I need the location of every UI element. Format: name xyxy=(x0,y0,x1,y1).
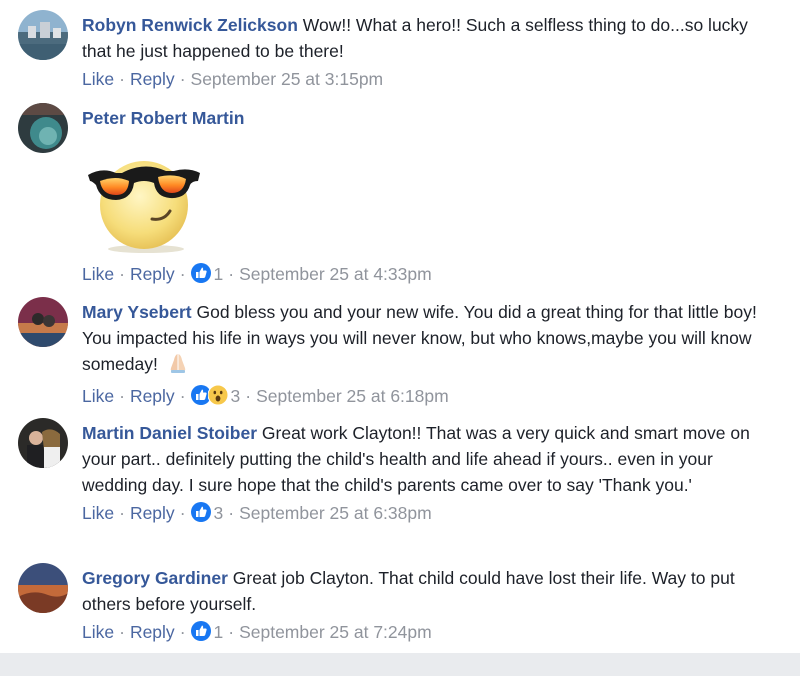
like-link[interactable]: Like xyxy=(82,69,114,89)
comment-text: Gregory Gardiner Great job Clayton. That… xyxy=(82,565,772,617)
timestamp[interactable]: September 25 at 6:38pm xyxy=(239,503,432,523)
author-name[interactable]: Mary Ysebert xyxy=(82,302,192,322)
timestamp[interactable]: September 25 at 4:33pm xyxy=(239,264,432,284)
comment-text: Robyn Renwick Zelickson Wow!! What a her… xyxy=(82,12,772,64)
separator: · xyxy=(228,622,235,642)
comment-actions: Like · Reply · September 25 at 3:15pm xyxy=(82,68,772,90)
reply-link[interactable]: Reply xyxy=(130,503,175,523)
timestamp[interactable]: September 25 at 6:18pm xyxy=(256,386,449,406)
separator: · xyxy=(119,264,125,284)
avatar[interactable] xyxy=(18,103,68,153)
comment-text: Martin Daniel Stoiber Great work Clayton… xyxy=(82,420,772,498)
timestamp[interactable]: September 25 at 7:24pm xyxy=(239,622,432,642)
author-name[interactable]: Gregory Gardiner xyxy=(82,568,228,588)
like-link[interactable]: Like xyxy=(82,622,114,642)
comment-text: Mary Ysebert God bless you and your new … xyxy=(82,299,772,381)
separator: · xyxy=(228,503,235,523)
reply-link[interactable]: Reply xyxy=(130,622,175,642)
comment-actions: Like · Reply · 3 · September 25 at 6:18pm xyxy=(82,384,772,410)
reply-link[interactable]: Reply xyxy=(130,264,175,284)
separator: · xyxy=(179,503,186,523)
comment-actions: Like · Reply · 1 · September 25 at 7:24pm xyxy=(82,621,772,646)
reaction-count[interactable]: 1 xyxy=(214,264,224,284)
separator: · xyxy=(179,264,186,284)
separator: · xyxy=(119,622,125,642)
reply-link[interactable]: Reply xyxy=(130,69,175,89)
like-link[interactable]: Like xyxy=(82,264,114,284)
like-reaction-icon[interactable] xyxy=(190,621,211,646)
avatar[interactable] xyxy=(18,10,68,60)
timestamp[interactable]: September 25 at 3:15pm xyxy=(191,69,384,89)
separator: · xyxy=(179,622,186,642)
avatar[interactable] xyxy=(18,563,68,613)
avatar[interactable] xyxy=(18,297,68,347)
praying-hands-icon xyxy=(167,352,189,381)
author-name[interactable]: Martin Daniel Stoiber xyxy=(82,423,257,443)
bottom-divider xyxy=(0,653,800,676)
comment-actions: Like · Reply · 3 · September 25 at 6:38pm xyxy=(82,502,772,527)
reply-link[interactable]: Reply xyxy=(130,386,175,406)
author-name[interactable]: Robyn Renwick Zelickson xyxy=(82,15,298,35)
author-name[interactable]: Peter Robert Martin xyxy=(82,108,244,128)
separator: · xyxy=(179,386,186,406)
separator: · xyxy=(228,264,235,284)
reaction-count[interactable]: 1 xyxy=(214,622,224,642)
sunglasses-emoji-sticker xyxy=(82,143,206,253)
reaction-count[interactable]: 3 xyxy=(231,386,241,406)
separator: · xyxy=(179,69,186,89)
like-reaction-icon[interactable] xyxy=(190,502,211,527)
separator: · xyxy=(119,503,125,523)
comment-actions: Like · Reply · 1 · September 25 at 4:33pm xyxy=(82,263,772,288)
separator: · xyxy=(119,386,125,406)
separator: · xyxy=(245,386,252,406)
separator: · xyxy=(119,69,125,89)
like-reaction-icon[interactable] xyxy=(190,263,211,288)
comment-text: Peter Robert Martin xyxy=(82,105,772,131)
wow-reaction-icon[interactable] xyxy=(207,384,229,410)
avatar[interactable] xyxy=(18,418,68,468)
reaction-count[interactable]: 3 xyxy=(214,503,224,523)
like-link[interactable]: Like xyxy=(82,503,114,523)
like-link[interactable]: Like xyxy=(82,386,114,406)
